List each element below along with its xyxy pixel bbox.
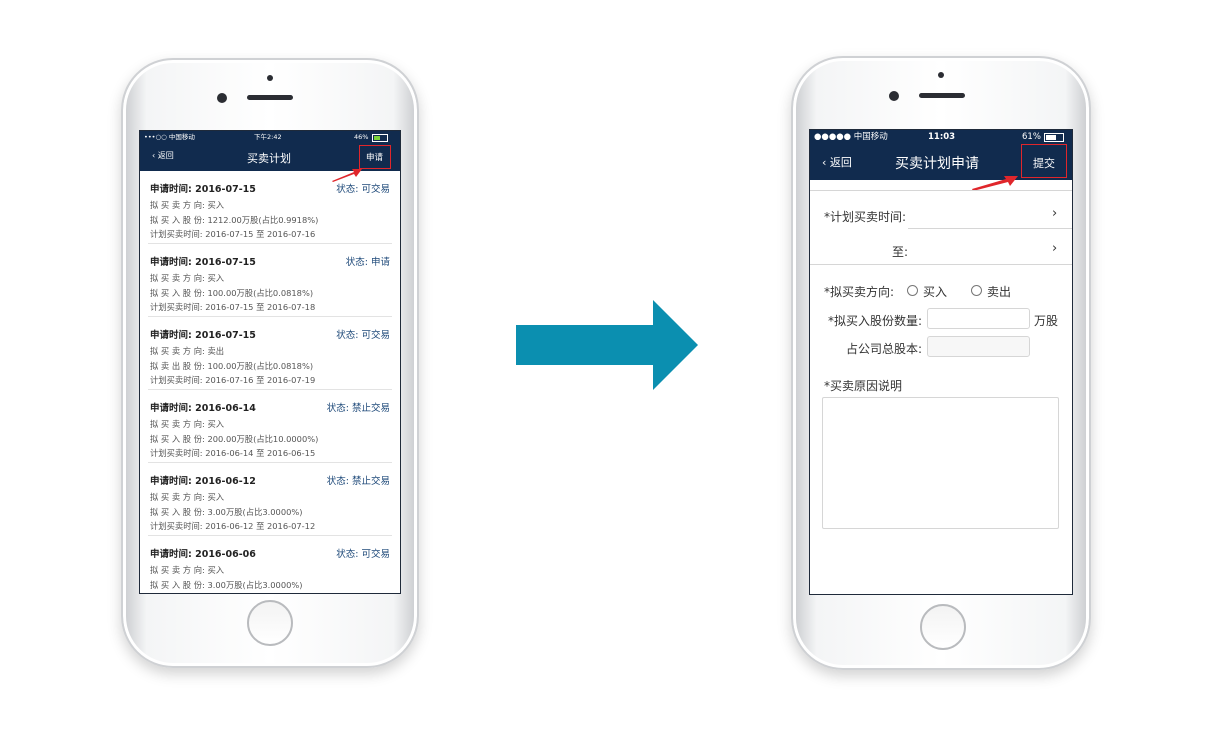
record-apply-time: 申请时间: 2016-06-12 (150, 476, 256, 487)
left-phone: •••○○ 中国移动 下午2:42 46% ‹ 返回 买卖计划 申请 申请时间:… (121, 58, 419, 668)
quantity-input[interactable] (927, 308, 1030, 329)
buy-option-label: 买入 (923, 285, 948, 299)
record-status: 状态: 可交易 (336, 184, 390, 195)
status-bar: ●●●●● 中国移动 11:03 61% (810, 130, 1072, 144)
clock-text: 11:03 (928, 132, 956, 142)
record-item[interactable]: 申请时间: 2016-07-15 状态: 可交易拟 买 卖 方 向: 买入拟 买 … (148, 171, 392, 244)
record-period: 计划买卖时间: 2016-07-16 至 2016-07-19 (150, 375, 316, 385)
back-label: 返回 (157, 151, 174, 160)
ratio-label: 占公司总股本: (846, 342, 923, 356)
record-direction: 拟 买 卖 方 向: 卖出 (150, 346, 225, 356)
nav-bar: ‹ 返回 买卖计划申请 提交 (810, 144, 1072, 180)
record-shares: 拟 买 入 股 份: 3.00万股(占比3.0000%) (150, 507, 303, 517)
quantity-unit: 万股 (1034, 314, 1059, 328)
divider (810, 190, 1072, 191)
clock-text: 下午2:42 (254, 133, 282, 141)
ratio-field (927, 336, 1030, 357)
to-label: 至: (892, 245, 909, 259)
divider (810, 264, 1072, 265)
record-shares: 拟 买 入 股 份: 3.00万股(占比3.0000%) (150, 580, 303, 590)
page-title: 买卖计划申请 (895, 156, 979, 172)
record-status: 状态: 可交易 (336, 549, 390, 560)
record-item[interactable]: 申请时间: 2016-06-12 状态: 禁止交易拟 买 卖 方 向: 买入拟 买… (148, 463, 392, 536)
record-apply-time: 申请时间: 2016-07-15 (150, 330, 256, 341)
back-button[interactable]: ‹ 返回 (822, 154, 852, 170)
right-screen: ●●●●● 中国移动 11:03 61% ‹ 返回 买卖计划申请 提交 *计划买… (809, 129, 1073, 595)
divider (908, 228, 1072, 229)
earpiece-speaker (247, 95, 293, 100)
record-status: 状态: 禁止交易 (326, 403, 390, 414)
record-status: 状态: 申请 (345, 257, 390, 268)
record-period: 计划买卖时间: 2016-06-14 至 2016-06-15 (150, 448, 316, 458)
record-direction: 拟 买 卖 方 向: 买入 (150, 419, 225, 429)
proximity-sensor (938, 72, 944, 78)
record-status: 状态: 禁止交易 (326, 476, 390, 487)
battery-icon (1044, 133, 1064, 142)
quantity-label: *拟买入股份数量: (828, 314, 923, 328)
record-direction: 拟 买 卖 方 向: 买入 (150, 200, 225, 210)
record-apply-time: 申请时间: 2016-06-14 (150, 403, 256, 414)
page-title: 买卖计划 (247, 152, 291, 165)
carrier-text: •••○○ 中国移动 (144, 133, 195, 141)
record-direction: 拟 买 卖 方 向: 买入 (150, 492, 225, 502)
record-shares: 拟 买 入 股 份: 1212.00万股(占比0.9918%) (150, 215, 319, 225)
record-shares: 拟 卖 出 股 份: 100.00万股(占比0.0818%) (150, 361, 314, 371)
apply-highlight-box (359, 145, 391, 169)
record-item[interactable]: 申请时间: 2016-06-06 状态: 可交易拟 买 卖 方 向: 买入拟 买 … (148, 536, 392, 593)
right-phone: ●●●●● 中国移动 11:03 61% ‹ 返回 买卖计划申请 提交 *计划买… (791, 56, 1091, 670)
home-button[interactable] (247, 600, 293, 646)
back-button[interactable]: ‹ 返回 (152, 150, 174, 161)
front-camera (889, 91, 899, 101)
record-period: 计划买卖时间: 2016-06-12 至 2016-07-12 (150, 521, 316, 531)
chevron-left-icon: ‹ (822, 156, 827, 169)
record-period: 计划买卖时间: 2016-07-15 至 2016-07-18 (150, 302, 316, 312)
record-list: 申请时间: 2016-07-15 状态: 可交易拟 买 卖 方 向: 买入拟 买 … (140, 171, 400, 593)
record-period: 计划买卖时间: 2016-07-15 至 2016-07-16 (150, 229, 316, 239)
record-shares: 拟 买 入 股 份: 200.00万股(占比10.0000%) (150, 434, 319, 444)
proximity-sensor (267, 75, 273, 81)
reason-textarea[interactable] (822, 397, 1059, 529)
reason-label: *买卖原因说明 (824, 379, 903, 393)
earpiece-speaker (919, 93, 965, 98)
direction-label: *拟买卖方向: (824, 285, 895, 299)
plan-time-label: *计划买卖时间: (824, 210, 907, 224)
record-item[interactable]: 申请时间: 2016-07-15 状态: 申请拟 买 卖 方 向: 买入拟 买 入… (148, 244, 392, 317)
battery-icon (372, 134, 388, 142)
back-label: 返回 (829, 156, 852, 169)
battery-text: 46% (354, 133, 369, 141)
record-item[interactable]: 申请时间: 2016-06-14 状态: 禁止交易拟 买 卖 方 向: 买入拟 买… (148, 390, 392, 463)
buy-radio[interactable] (907, 285, 918, 296)
record-item[interactable]: 申请时间: 2016-07-15 状态: 可交易拟 买 卖 方 向: 卖出拟 卖 … (148, 317, 392, 390)
chevron-right-icon[interactable]: › (1052, 206, 1057, 221)
right-arrow-icon (516, 300, 698, 390)
chevron-right-icon[interactable]: › (1052, 241, 1057, 256)
record-direction: 拟 买 卖 方 向: 买入 (150, 273, 225, 283)
record-apply-time: 申请时间: 2016-07-15 (150, 257, 256, 268)
front-camera (217, 93, 227, 103)
left-screen: •••○○ 中国移动 下午2:42 46% ‹ 返回 买卖计划 申请 申请时间:… (139, 130, 401, 594)
record-apply-time: 申请时间: 2016-06-06 (150, 549, 256, 560)
chevron-left-icon: ‹ (152, 151, 156, 160)
home-button[interactable] (920, 604, 966, 650)
record-direction: 拟 买 卖 方 向: 买入 (150, 565, 225, 575)
submit-highlight-box (1021, 144, 1067, 178)
record-apply-time: 申请时间: 2016-07-15 (150, 184, 256, 195)
sell-radio[interactable] (971, 285, 982, 296)
battery-text: 61% (1022, 132, 1041, 142)
status-bar: •••○○ 中国移动 下午2:42 46% (140, 131, 400, 143)
carrier-text: ●●●●● 中国移动 (814, 132, 888, 142)
record-shares: 拟 买 入 股 份: 100.00万股(占比0.0818%) (150, 288, 314, 298)
record-status: 状态: 可交易 (336, 330, 390, 341)
sell-option-label: 卖出 (987, 285, 1012, 299)
